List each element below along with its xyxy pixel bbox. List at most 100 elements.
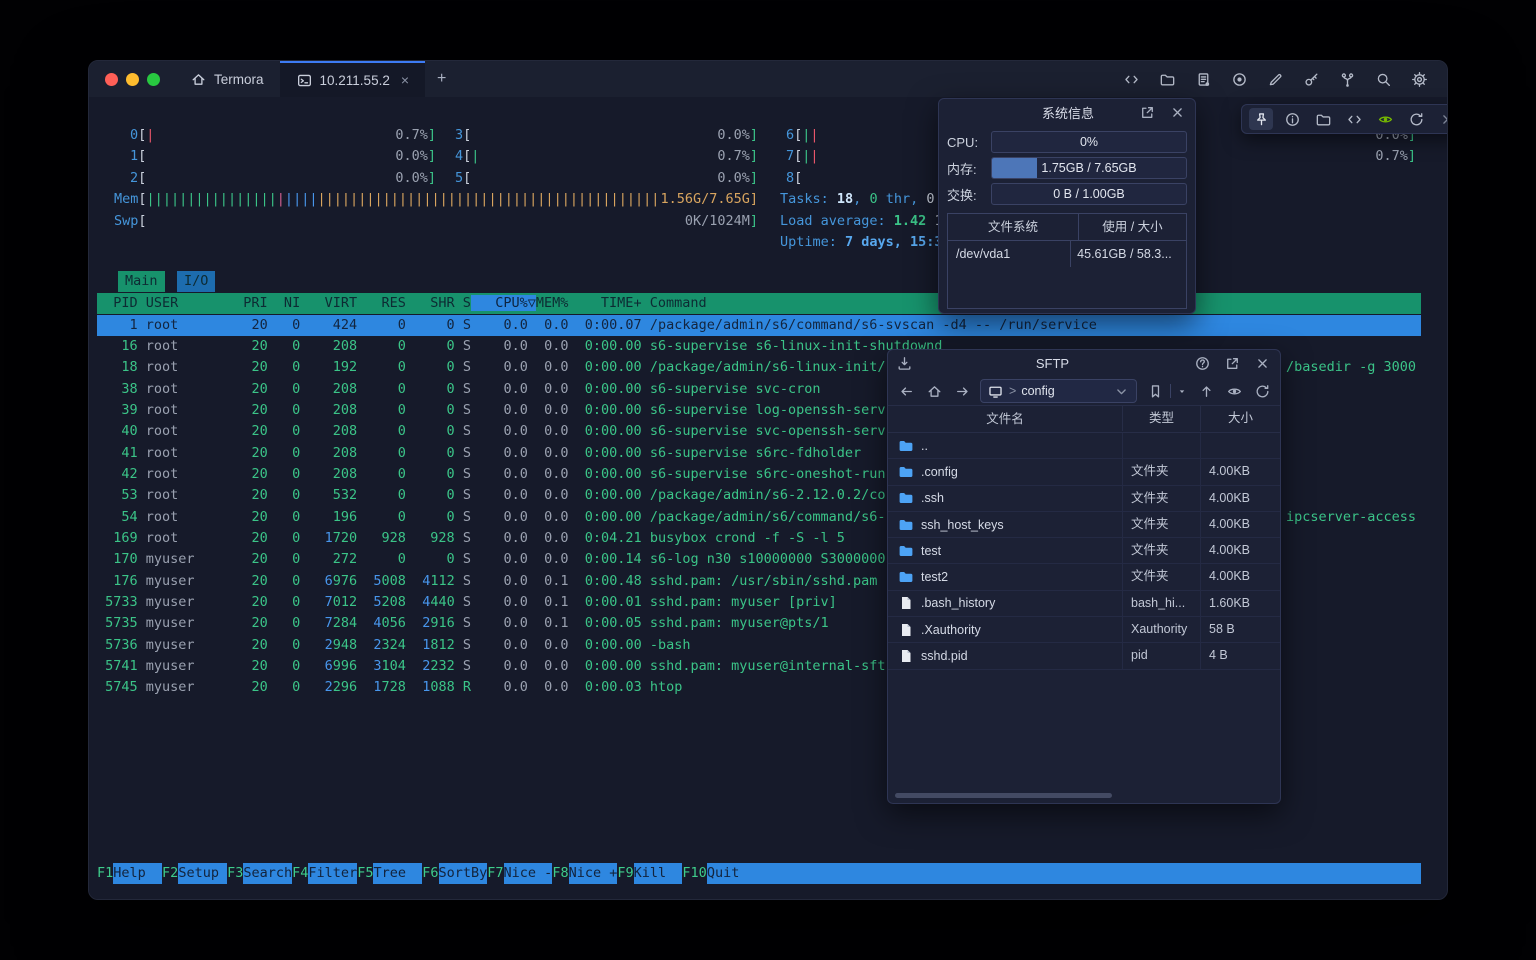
file-row-ssh-host-keys[interactable]: ssh_host_keys文件夹4.00KB: [888, 512, 1280, 538]
file-row-sshd-pid[interactable]: sshd.pidpid4 B: [888, 643, 1280, 669]
fnkey-f4[interactable]: F4: [292, 863, 308, 884]
chevron-down-icon[interactable]: [1113, 383, 1130, 400]
file-name: ssh_host_keys: [921, 518, 1004, 532]
refresh-button[interactable]: [1252, 380, 1272, 402]
metric-value: 0 B / 1.00GB: [992, 184, 1186, 204]
file-row--config[interactable]: .config文件夹4.00KB: [888, 459, 1280, 485]
file-row-test[interactable]: test文件夹4.00KB: [888, 538, 1280, 564]
keychain-button[interactable]: [1335, 68, 1359, 90]
edit-icon: [1267, 71, 1284, 88]
new-tab-button[interactable]: +: [425, 61, 458, 97]
folder-button[interactable]: [1311, 108, 1335, 130]
folder-icon: [1315, 111, 1332, 128]
fnkey-f2[interactable]: F2: [162, 863, 178, 884]
maximize-window-button[interactable]: [147, 73, 160, 86]
fnlabel-sortby[interactable]: SortBy: [439, 863, 488, 884]
file-row-test2[interactable]: test2文件夹4.00KB: [888, 564, 1280, 590]
fnlabel-kill[interactable]: Kill: [634, 863, 683, 884]
fnkey-f8[interactable]: F8: [552, 863, 568, 884]
fnkey-f9[interactable]: F9: [617, 863, 633, 884]
file-row--ssh[interactable]: .ssh文件夹4.00KB: [888, 486, 1280, 512]
external-button[interactable]: [1222, 353, 1242, 375]
time-cell: 0:00.00: [569, 466, 642, 482]
fnlabel-search[interactable]: Search: [243, 863, 292, 884]
fnkey-f10[interactable]: F10: [682, 863, 706, 884]
mem-meter-bar: |: [578, 191, 586, 207]
column-header-2[interactable]: 大小: [1200, 406, 1280, 431]
htop-tab-main[interactable]: Main: [118, 271, 165, 292]
file-size-cell: 4.00KB: [1200, 486, 1280, 511]
home-button[interactable]: [924, 380, 944, 402]
code-button[interactable]: [1119, 68, 1143, 90]
mem-meter-bar: |: [285, 191, 293, 207]
key-button[interactable]: [1299, 68, 1323, 90]
close-button[interactable]: [1435, 108, 1448, 130]
arrow-left-button[interactable]: [896, 380, 916, 402]
info-button[interactable]: [1280, 108, 1304, 130]
sftp-horizontal-scrollbar[interactable]: [895, 793, 1112, 798]
sort-column-header[interactable]: CPU%▽: [471, 295, 536, 311]
settings-button[interactable]: [1407, 68, 1431, 90]
fnkey-f1[interactable]: F1: [97, 863, 113, 884]
record-button[interactable]: [1227, 68, 1251, 90]
eye-button[interactable]: [1224, 380, 1244, 402]
folder-button[interactable]: [1155, 68, 1179, 90]
minimize-window-button[interactable]: [126, 73, 139, 86]
tab-10-211-55-2[interactable]: 10.211.55.2×: [280, 61, 426, 97]
fnkey-f3[interactable]: F3: [227, 863, 243, 884]
state-cell: S: [463, 637, 471, 653]
external-button[interactable]: [1137, 102, 1157, 124]
search-button[interactable]: [1371, 68, 1395, 90]
mem-meter-bar: |: [391, 191, 399, 207]
fnkey-f7[interactable]: F7: [487, 863, 503, 884]
log-button[interactable]: [1191, 68, 1215, 90]
fnlabel-tree[interactable]: Tree: [373, 863, 422, 884]
file-name-cell: ..: [888, 438, 1122, 454]
close-button[interactable]: [1252, 353, 1272, 375]
tab-termora[interactable]: Termora: [174, 61, 280, 97]
filesystem-row[interactable]: /dev/vda145.61GB / 58.3...: [948, 241, 1186, 267]
file-row--bash-history[interactable]: .bash_historybash_hi...1.60KB: [888, 591, 1280, 617]
user-cell: myuser: [146, 615, 235, 631]
process-row-1[interactable]: 1 root 20 0 424 0 0 S 0.0 0.0 0:00.07 /p…: [97, 315, 1421, 336]
fnlabel-quit[interactable]: Quit: [707, 863, 1421, 884]
htop-tab-io[interactable]: I/O: [177, 271, 215, 292]
tab-close-icon[interactable]: ×: [401, 72, 409, 88]
mem-meter-bar: |: [342, 191, 350, 207]
arrow-up-button[interactable]: [1196, 380, 1216, 402]
path-breadcrumb[interactable]: >config: [980, 379, 1137, 403]
download-icon[interactable]: [896, 355, 913, 372]
close-window-button[interactable]: [105, 73, 118, 86]
fnlabel-help[interactable]: Help: [113, 863, 162, 884]
nvidia-button[interactable]: [1373, 108, 1397, 130]
cpu-meter-bar: |: [146, 127, 154, 143]
arrow-right-button[interactable]: [952, 380, 972, 402]
pin-button[interactable]: [1249, 108, 1273, 130]
fnlabel-filter[interactable]: Filter: [308, 863, 357, 884]
cpu-cell: 0.0: [471, 679, 528, 695]
fnlabel-setup[interactable]: Setup: [178, 863, 227, 884]
column-header-0[interactable]: 文件名: [888, 406, 1122, 432]
refresh-button[interactable]: [1404, 108, 1428, 130]
file-row--Xauthority[interactable]: .XauthorityXauthority58 B: [888, 617, 1280, 643]
process-table-header[interactable]: PID USER PRI NI VIRT RES SHR S CPU%▽MEM%…: [97, 293, 1421, 314]
help-button[interactable]: [1192, 353, 1212, 375]
fnlabel-nice-[interactable]: Nice +: [569, 863, 618, 884]
column-header-1[interactable]: 类型: [1122, 406, 1200, 431]
mem-meter-bar: |: [431, 191, 439, 207]
cpu-meter-label: 8: [786, 168, 794, 189]
bookmark-button[interactable]: [1145, 380, 1165, 402]
close-button[interactable]: [1167, 102, 1187, 124]
fnkey-f6[interactable]: F6: [422, 863, 438, 884]
mem-meter-bar: |: [261, 191, 269, 207]
fnkey-f5[interactable]: F5: [357, 863, 373, 884]
file-size-cell: 1.60KB: [1200, 591, 1280, 616]
command-cell: s6-supervise log-openssh-serv: [650, 402, 886, 418]
mem-meter-bar: |: [627, 191, 635, 207]
code-button[interactable]: [1342, 108, 1366, 130]
file-row--[interactable]: ..: [888, 433, 1280, 459]
edit-button[interactable]: [1263, 68, 1287, 90]
cpu-meter-value: 0.0%: [717, 125, 750, 146]
caret-down-button[interactable]: [1176, 380, 1188, 402]
fnlabel-nice-[interactable]: Nice -: [504, 863, 553, 884]
